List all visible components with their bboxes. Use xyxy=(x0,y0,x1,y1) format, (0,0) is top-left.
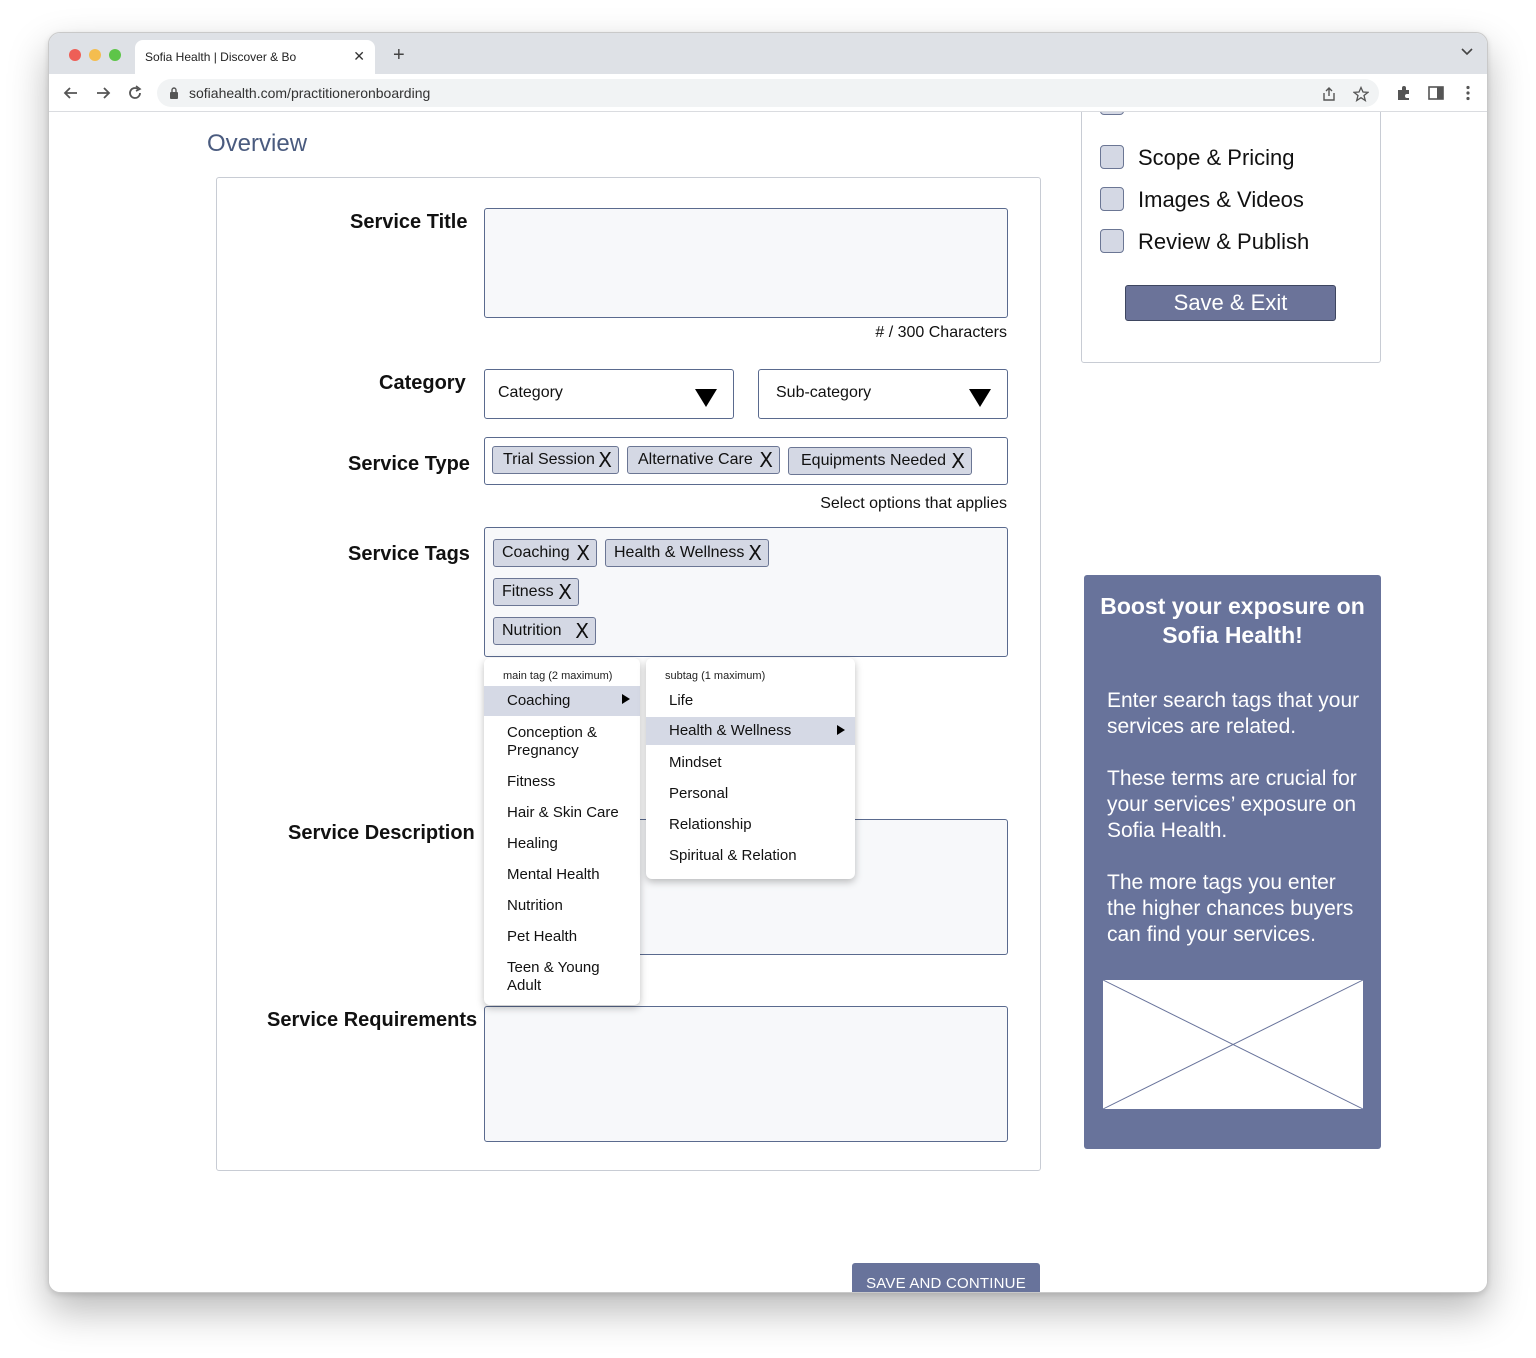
save-and-continue-button[interactable]: SAVE AND CONTINUE xyxy=(852,1263,1040,1292)
service-type-field[interactable]: Trial Session X Alternative Care X Equip… xyxy=(484,437,1008,485)
step-checkbox[interactable] xyxy=(1100,112,1124,115)
category-select[interactable]: Category xyxy=(484,369,734,419)
chip-remove-icon[interactable]: X xyxy=(598,450,612,470)
service-type-chip: Equipments Needed X xyxy=(788,447,972,475)
url-text: sofiahealth.com/practitioneronboarding xyxy=(189,85,431,101)
chip-remove-icon[interactable]: X xyxy=(748,543,762,563)
tab-strip: Sofia Health | Discover & Bo ✕ + xyxy=(49,33,1487,74)
service-type-chip: Trial Session X xyxy=(492,446,619,474)
service-tags-field[interactable]: Coaching X Health & Wellness X Fitness X… xyxy=(484,527,1008,657)
save-exit-button[interactable]: Save & Exit xyxy=(1125,285,1336,321)
service-type-helper: Select options that applies xyxy=(820,495,1007,512)
main-tag-item[interactable]: Hair & Skin Care xyxy=(484,804,640,822)
promo-title: Boost your exposure on Sofia Health! xyxy=(1100,593,1365,648)
submenu-arrow-icon xyxy=(837,725,845,735)
promo-paragraph: These terms are crucial for your service… xyxy=(1107,767,1357,842)
sidebar-toggle-icon[interactable] xyxy=(1427,84,1445,102)
main-tag-item[interactable]: Teen & Young Adult xyxy=(484,959,640,995)
reload-icon[interactable] xyxy=(125,83,145,103)
service-title-input[interactable] xyxy=(484,208,1008,318)
page-viewport: Overview Service Title # / 300 Character… xyxy=(49,112,1487,1292)
main-tag-item[interactable]: Healing xyxy=(484,835,640,853)
main-tag-menu: main tag (2 maximum) Coaching Conception… xyxy=(484,658,640,1005)
service-form: Service Title # / 300 Characters Categor… xyxy=(216,177,1041,1171)
dropdown-triangle-icon xyxy=(969,389,991,407)
step-checkbox[interactable] xyxy=(1100,229,1124,253)
main-tag-item[interactable]: Conception & Pregnancy xyxy=(484,724,640,760)
browser-toolbar: sofiahealth.com/practitioneronboarding xyxy=(49,74,1487,112)
main-tag-item[interactable]: Mental Health xyxy=(484,866,640,884)
chip-remove-icon[interactable]: X xyxy=(759,450,773,470)
service-requirements-input[interactable] xyxy=(484,1006,1008,1142)
browser-tab[interactable]: Sofia Health | Discover & Bo ✕ xyxy=(135,40,375,74)
sub-tag-item[interactable]: Relationship xyxy=(646,816,855,834)
tab-close-icon[interactable]: ✕ xyxy=(353,48,365,65)
step-checkbox[interactable] xyxy=(1100,187,1124,211)
submenu-arrow-icon xyxy=(622,694,630,704)
service-tag-chip: Coaching X xyxy=(493,539,597,567)
step-label: Review & Publish xyxy=(1138,229,1310,254)
sub-tag-menu-header: subtag (1 maximum) xyxy=(665,670,766,682)
service-type-label: Service Type xyxy=(348,453,470,475)
char-counter: # / 300 Characters xyxy=(875,324,1007,341)
step-checkbox[interactable] xyxy=(1100,145,1124,169)
main-tag-menu-header: main tag (2 maximum) xyxy=(503,670,613,682)
main-tag-item-coaching[interactable]: Coaching xyxy=(484,686,640,716)
service-description-label: Service Description xyxy=(288,822,475,844)
promo-paragraph: The more tags you enter the higher chanc… xyxy=(1107,871,1354,946)
step-label: Images & Videos xyxy=(1138,187,1304,212)
tab-title: Sofia Health | Discover & Bo xyxy=(145,50,297,64)
service-title-label: Service Title xyxy=(350,211,468,233)
subcategory-select[interactable]: Sub-category xyxy=(758,369,1008,419)
chip-remove-icon[interactable]: X xyxy=(558,582,572,602)
service-type-chip: Alternative Care X xyxy=(627,446,780,474)
sub-tag-item[interactable]: Spiritual & Relation xyxy=(646,847,855,865)
extensions-icon[interactable] xyxy=(1395,84,1413,102)
more-menu-icon[interactable] xyxy=(1459,84,1477,102)
browser-window: Sofia Health | Discover & Bo ✕ + sofiahe… xyxy=(48,32,1488,1293)
sub-tag-item[interactable]: Life xyxy=(646,692,855,710)
chip-remove-icon[interactable]: X xyxy=(575,621,589,641)
chevron-down-icon[interactable] xyxy=(1461,47,1473,57)
forward-arrow-icon[interactable] xyxy=(93,83,113,103)
star-icon[interactable] xyxy=(1353,86,1369,102)
minimize-window-button[interactable] xyxy=(89,49,101,61)
sub-tag-item-health-wellness[interactable]: Health & Wellness xyxy=(646,717,855,745)
main-tag-item[interactable]: Fitness xyxy=(484,773,640,791)
promo-panel: Boost your exposure on Sofia Health! Ent… xyxy=(1084,575,1381,1149)
dropdown-triangle-icon xyxy=(695,389,717,407)
service-tags-label: Service Tags xyxy=(348,543,470,565)
close-window-button[interactable] xyxy=(69,49,81,61)
sub-tag-menu: subtag (1 maximum) Life Health & Wellnes… xyxy=(646,658,855,879)
chip-remove-icon[interactable]: X xyxy=(951,451,965,471)
onboarding-steps-card: Scope & Pricing Images & Videos Review &… xyxy=(1081,112,1381,363)
sub-tag-item[interactable]: Mindset xyxy=(646,754,855,772)
subcategory-select-value: Sub-category xyxy=(776,384,872,401)
category-select-value: Category xyxy=(498,384,563,401)
category-label: Category xyxy=(379,372,466,394)
maximize-window-button[interactable] xyxy=(109,49,121,61)
address-bar[interactable]: sofiahealth.com/practitioneronboarding xyxy=(157,79,1379,107)
service-tag-chip: Nutrition X xyxy=(493,617,596,645)
sub-tag-item[interactable]: Personal xyxy=(646,785,855,803)
page-title: Overview xyxy=(207,130,308,157)
new-tab-button[interactable]: + xyxy=(393,45,405,65)
service-requirements-label: Service Requirements xyxy=(267,1009,478,1031)
share-icon[interactable] xyxy=(1321,86,1337,102)
back-arrow-icon[interactable] xyxy=(61,83,81,103)
main-tag-item[interactable]: Nutrition xyxy=(484,897,640,915)
lock-icon xyxy=(170,87,178,99)
chip-remove-icon[interactable]: X xyxy=(576,543,590,563)
image-placeholder xyxy=(1103,980,1363,1109)
service-tag-chip: Health & Wellness X xyxy=(605,539,769,567)
main-tag-item[interactable]: Pet Health xyxy=(484,928,640,946)
promo-paragraph: Enter search tags that your services are… xyxy=(1107,689,1360,738)
step-label: Scope & Pricing xyxy=(1138,145,1295,170)
service-tag-chip: Fitness X xyxy=(493,578,579,606)
